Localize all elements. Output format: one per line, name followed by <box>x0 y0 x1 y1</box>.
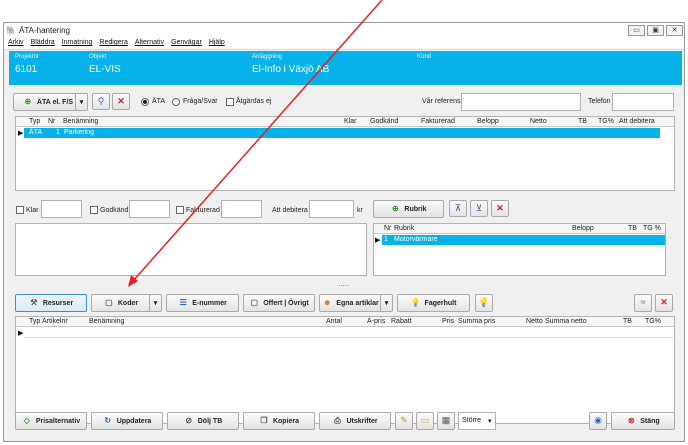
annotation-arrow <box>128 0 383 287</box>
